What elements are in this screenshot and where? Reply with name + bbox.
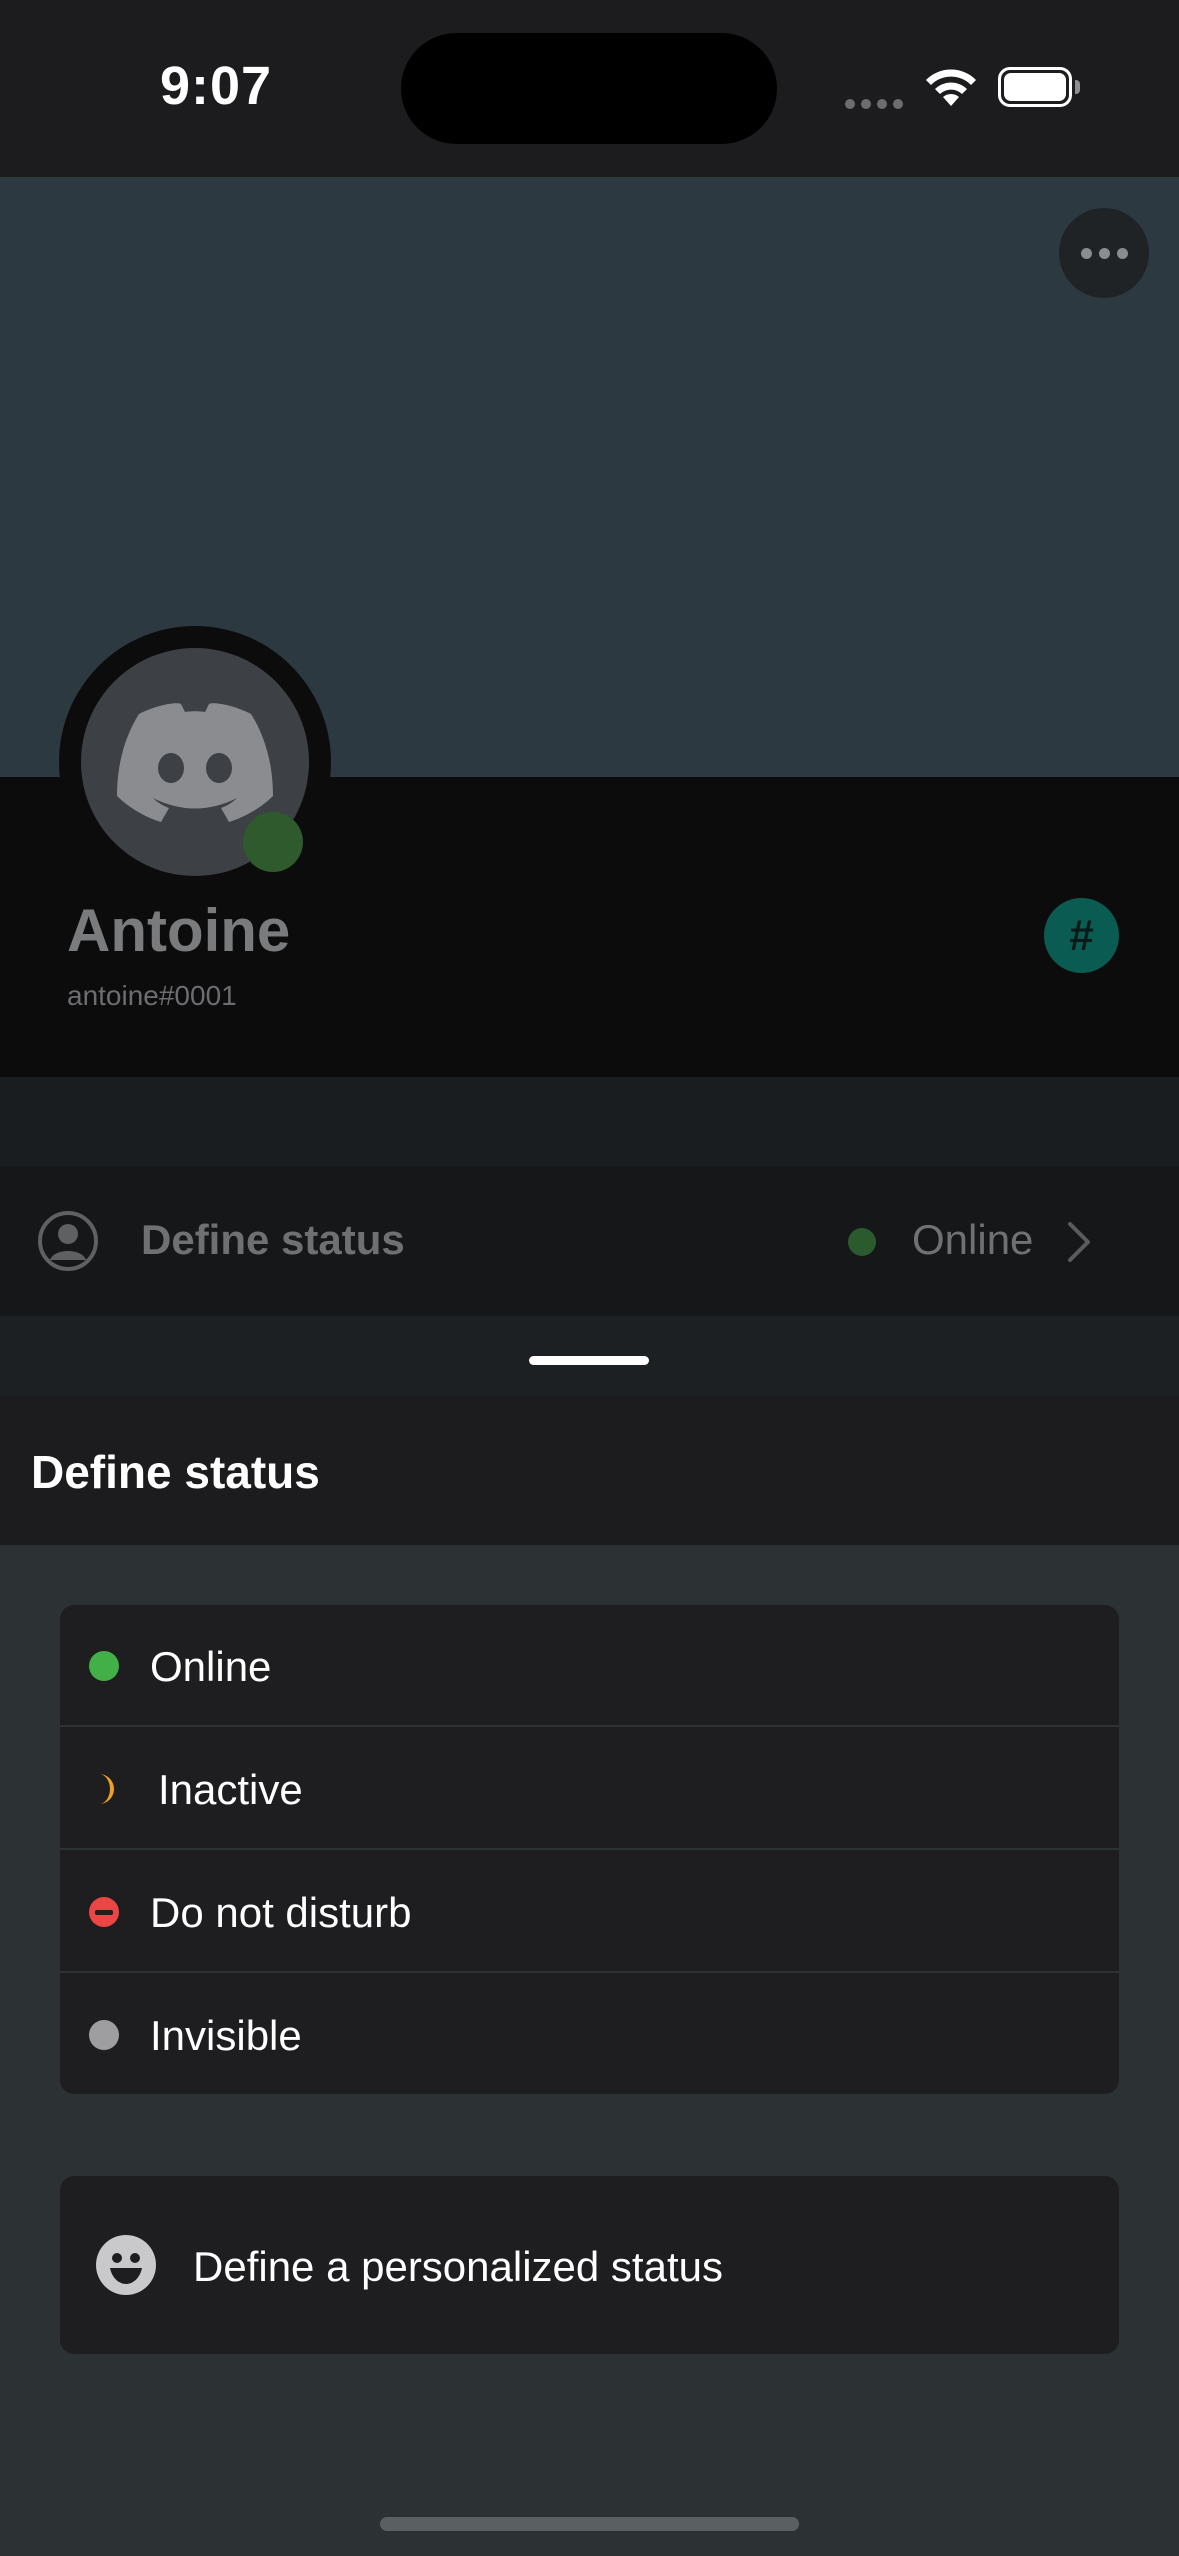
custom-status-label: Define a personalized status xyxy=(193,2243,723,2290)
status-row-value: Online xyxy=(912,1216,1034,1263)
status-option-inactive[interactable]: Inactive xyxy=(60,1728,1119,1850)
status-bar: 9:07 xyxy=(0,0,1179,177)
status-option-label: Do not disturb xyxy=(150,1889,412,1936)
status-row-label: Define status xyxy=(141,1216,405,1263)
presence-indicator xyxy=(243,812,303,872)
divider xyxy=(60,1725,1119,1727)
custom-status-button[interactable]: Define a personalized status xyxy=(60,2176,1119,2354)
online-dot-icon xyxy=(848,1228,876,1256)
status-options-list: Online Inactive Do not disturb Invisible xyxy=(60,1605,1119,2094)
invisible-dot-icon xyxy=(89,2020,119,2050)
smiley-icon xyxy=(96,2235,156,2295)
status-option-do-not-disturb[interactable]: Do not disturb xyxy=(60,1851,1119,1973)
profile-name: Antoine xyxy=(67,897,291,964)
do-not-disturb-icon xyxy=(89,1897,119,1927)
battery-icon xyxy=(998,67,1080,107)
discord-logo-icon xyxy=(117,703,273,822)
ellipsis-icon xyxy=(1080,247,1092,259)
person-circle-icon xyxy=(38,1211,98,1271)
divider xyxy=(60,1848,1119,1850)
wifi-icon xyxy=(926,69,976,106)
section-gap xyxy=(0,1077,1179,1166)
status-option-online[interactable]: Online xyxy=(60,1605,1119,1727)
dynamic-island xyxy=(401,33,777,144)
divider xyxy=(60,1971,1119,1973)
hash-badge[interactable]: # xyxy=(1044,898,1119,973)
status-option-label: Invisible xyxy=(150,2012,302,2059)
cellular-signal-icon xyxy=(845,96,909,114)
chevron-right-icon xyxy=(1068,1222,1090,1262)
online-dot-icon xyxy=(89,1651,119,1681)
sheet-title: Define status xyxy=(31,1446,320,1498)
status-option-invisible[interactable]: Invisible xyxy=(60,1974,1119,2094)
home-indicator[interactable] xyxy=(380,2517,799,2531)
status-time: 9:07 xyxy=(160,56,273,116)
status-option-label: Inactive xyxy=(158,1766,303,1813)
profile-tag: antoine#0001 xyxy=(67,980,237,1011)
more-options-button[interactable] xyxy=(1059,208,1149,298)
moon-icon xyxy=(99,1774,114,1804)
screen: 9:07 Antoine antoine#0001 # Define statu… xyxy=(0,0,1179,2556)
status-option-label: Online xyxy=(150,1643,272,1690)
sheet-grabber[interactable] xyxy=(529,1356,649,1365)
